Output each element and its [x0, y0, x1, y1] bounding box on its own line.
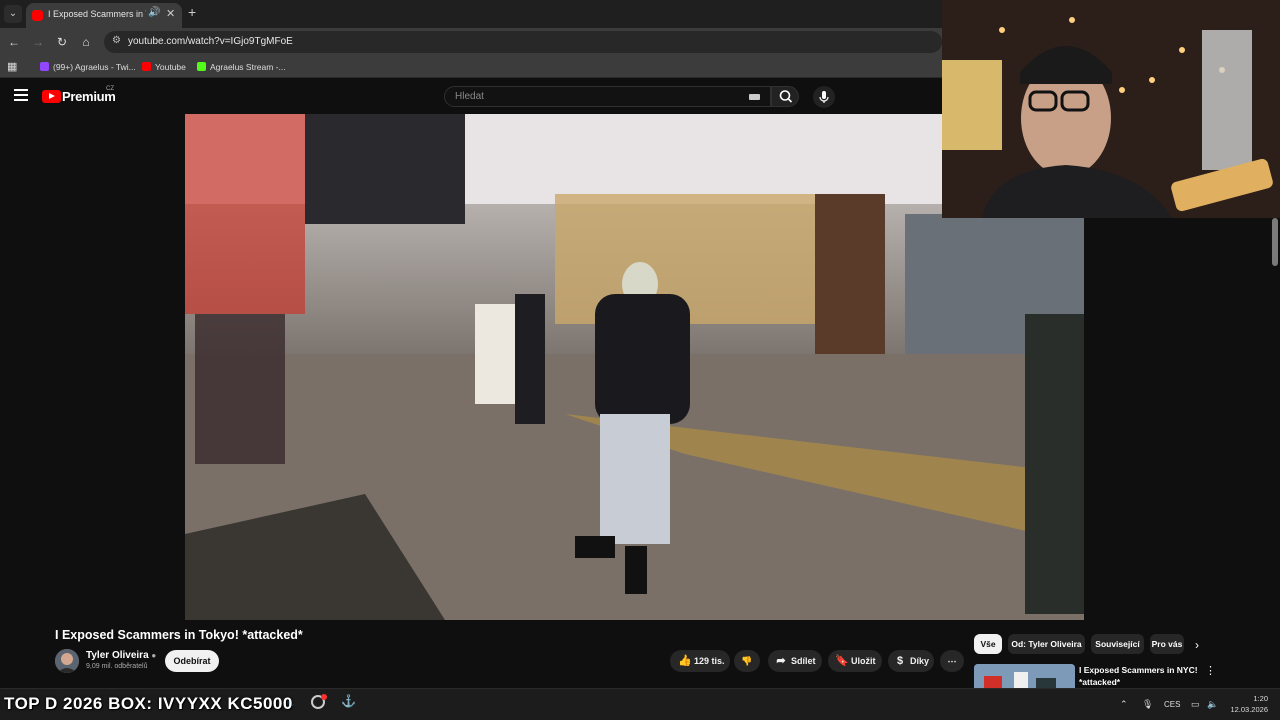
tray-network-icon[interactable]: ▭ [1191, 699, 1200, 710]
search-button[interactable] [771, 86, 799, 107]
youtube-icon [142, 62, 151, 71]
search-input[interactable]: Hledat [444, 86, 771, 107]
notification-badge [321, 694, 327, 700]
tab-audio-icon[interactable]: 🔊 [148, 7, 160, 18]
chip-for-you[interactable]: Pro vás [1150, 634, 1184, 654]
verified-icon: ● [151, 651, 157, 660]
dislike-button[interactable]: 👎 [734, 650, 760, 672]
kick-icon [197, 62, 206, 71]
bookmark-youtube[interactable]: Youtube [142, 60, 186, 74]
bookmark-twitch[interactable]: (99+) Agraelus - Twi... [40, 60, 136, 74]
clock-time: 1:20 [1253, 694, 1268, 703]
channel-avatar[interactable] [55, 649, 79, 673]
share-icon: ➦ [776, 655, 786, 667]
obs-icon[interactable]: ⚓ [341, 694, 356, 708]
reload-icon[interactable]: ↻ [54, 34, 70, 50]
menu-icon[interactable] [14, 89, 28, 101]
home-icon[interactable]: ⌂ [78, 34, 94, 50]
more-actions-button[interactable]: ⋯ [940, 650, 964, 672]
more-icon: ⋯ [947, 656, 957, 666]
bookmark-icon: 🔖 [835, 655, 849, 667]
url-text[interactable]: youtube.com/watch?v=IGjo9TgMFoE [128, 36, 293, 47]
share-button[interactable]: ➦ Sdílet [768, 650, 822, 672]
thumbs-down-icon: 👎 [741, 656, 753, 666]
youtube-favicon-icon [32, 10, 43, 21]
channel-name[interactable]: Tyler Oliveira ● [86, 650, 156, 661]
keyboard-icon[interactable] [749, 94, 760, 100]
thanks-icon: $ [896, 655, 904, 667]
thanks-button[interactable]: $ Díky [888, 650, 934, 672]
back-icon[interactable]: ← [6, 34, 22, 50]
clock-date: 12.03.2026 [1230, 705, 1268, 714]
recommended-video-title[interactable]: I Exposed Scammers in NYC! *attacked* [1079, 664, 1199, 688]
tray-clock[interactable]: 1:20 12.03.2026 [1228, 693, 1268, 715]
subscriber-count: 9,09 mil. odběratelů [86, 663, 148, 670]
video-title: I Exposed Scammers in Tokyo! *attacked* [55, 628, 303, 642]
subscribe-button[interactable]: Odebírat [165, 650, 219, 672]
page-scrollbar[interactable] [1272, 218, 1278, 266]
tray-language[interactable]: CES [1164, 700, 1180, 709]
microphone-icon [819, 91, 829, 103]
tray-chevron-up-icon[interactable]: ⌃ [1120, 699, 1128, 710]
youtube-logo-icon[interactable] [42, 90, 61, 103]
stream-promo-overlay-text: TOP D 2026 BOX: IVYYXX KC5000 [4, 694, 293, 713]
streamer-webcam-overlay [942, 0, 1280, 218]
forward-icon[interactable]: → [30, 34, 46, 50]
voice-search-button[interactable] [813, 86, 835, 108]
new-tab-button[interactable]: + [188, 4, 196, 20]
chip-related[interactable]: Související [1091, 634, 1144, 654]
thumbs-up-icon: 👍 [678, 655, 692, 667]
tray-volume-icon[interactable]: 🔈 [1207, 699, 1218, 710]
like-button[interactable]: 👍 129 tis. [670, 650, 730, 672]
avatar-image [55, 649, 79, 673]
tab-close-icon[interactable]: ✕ [166, 7, 175, 20]
site-info-icon[interactable]: ⚙ [112, 35, 121, 46]
save-button[interactable]: 🔖 Uložit [828, 650, 882, 672]
browser-tab-active[interactable]: I Exposed Scammers in Tokyo! *attacked* … [26, 3, 182, 28]
tab-search-button[interactable]: ⌄ [4, 5, 22, 23]
bookmark-kick[interactable]: Agraelus Stream -... [197, 60, 286, 74]
chip-all[interactable]: Vše [974, 634, 1002, 654]
address-bar[interactable]: ⚙ youtube.com/watch?v=IGjo9TgMFoE [104, 31, 942, 53]
tab-title: I Exposed Scammers in Tokyo! *attacked* [48, 9, 146, 19]
chip-from-channel[interactable]: Od: Tyler Oliveira [1008, 634, 1085, 654]
recommendation-menu-icon[interactable]: ⋮ [1205, 664, 1216, 677]
apps-grid-icon[interactable]: ▦ [7, 60, 17, 74]
chevron-right-icon[interactable]: › [1195, 638, 1199, 652]
search-icon [779, 90, 793, 103]
twitch-icon [40, 62, 49, 71]
tray-microphone-icon[interactable]: 🎙 [1142, 699, 1153, 710]
country-code: CZ [106, 86, 114, 92]
webcam-frame [942, 0, 1280, 218]
search-placeholder: Hledat [455, 91, 484, 102]
